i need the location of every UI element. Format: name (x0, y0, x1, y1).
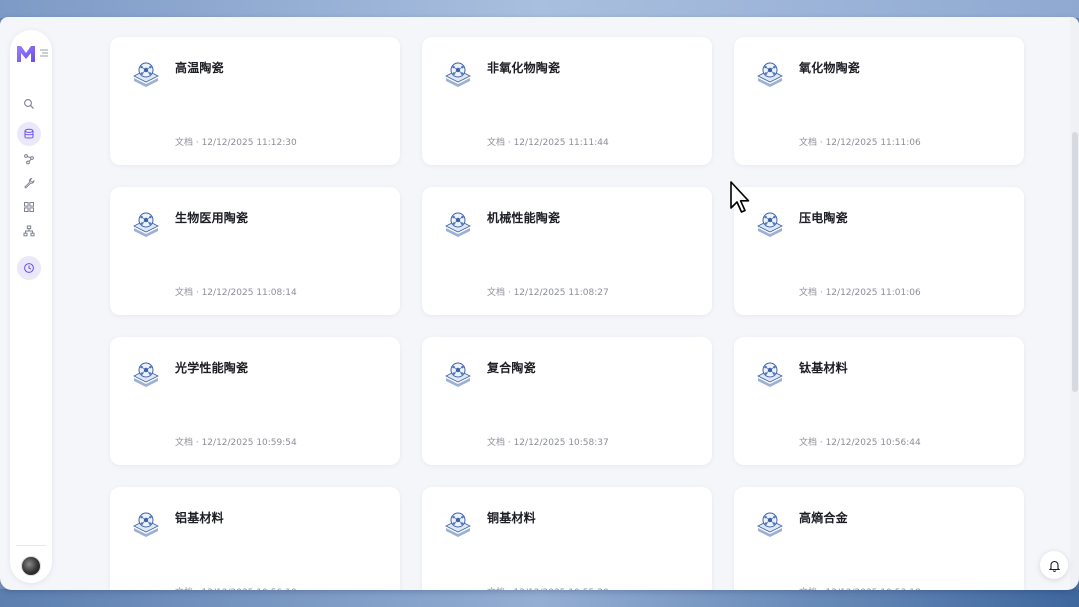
card-meta: 文档 · 12/12/2025 10:56:10 (175, 585, 297, 590)
knowledge-base-card[interactable]: 压电陶瓷文档 · 12/12/2025 11:01:06 (734, 187, 1024, 315)
card-meta: 文档 · 12/12/2025 10:56:44 (799, 438, 921, 448)
grid-apps-icon (24, 202, 34, 212)
knowledge-base-icon (757, 212, 783, 237)
nav-workflow[interactable] (17, 147, 41, 171)
knowledge-base-card[interactable]: 铜基材料文档 · 12/12/2025 10:55:20 (422, 487, 712, 590)
card-title: 生物医用陶瓷 (175, 211, 249, 225)
knowledge-base-icon (445, 62, 471, 87)
knowledge-base-icon (133, 362, 159, 387)
knowledge-base-card[interactable]: 高温陶瓷文档 · 12/12/2025 11:12:30 (110, 37, 400, 165)
card-title: 复合陶瓷 (487, 361, 536, 375)
knowledge-base-card[interactable]: 复合陶瓷文档 · 12/12/2025 10:58:37 (422, 337, 712, 465)
card-title: 铜基材料 (487, 511, 536, 525)
knowledge-base-icon (133, 512, 159, 537)
card-meta: 文档 · 12/12/2025 11:12:30 (175, 138, 297, 148)
desktop-background-bottom (0, 589, 1079, 607)
card-title: 铝基材料 (175, 511, 224, 525)
sidebar (10, 30, 52, 583)
knowledge-base-icon (757, 512, 783, 537)
nav-apps[interactable] (17, 195, 41, 219)
card-meta: 文档 · 12/12/2025 11:01:06 (799, 288, 921, 298)
nav-organization[interactable] (17, 219, 41, 243)
knowledge-base-icon (133, 212, 159, 237)
brand-m-logo-icon[interactable] (16, 44, 36, 64)
knowledge-base-card[interactable]: 生物医用陶瓷文档 · 12/12/2025 11:08:14 (110, 187, 400, 315)
sidebar-divider (16, 545, 46, 546)
wrench-icon (24, 177, 35, 189)
knowledge-base-card[interactable]: 铝基材料文档 · 12/12/2025 10:56:10 (110, 487, 400, 590)
knowledge-base-card[interactable]: 高熵合金文档 · 12/12/2025 10:53:18 (734, 487, 1024, 590)
knowledge-base-icon (757, 362, 783, 387)
card-meta: 文档 · 12/12/2025 11:08:27 (487, 288, 609, 298)
knowledge-base-icon (445, 212, 471, 237)
card-title: 压电陶瓷 (799, 211, 848, 225)
knowledge-base-icon (445, 512, 471, 537)
notification-button[interactable] (1040, 551, 1068, 579)
nav-history[interactable] (17, 256, 41, 280)
org-chart-icon (23, 225, 35, 237)
card-title: 非氧化物陶瓷 (487, 61, 561, 75)
card-meta: 文档 · 12/12/2025 10:55:20 (487, 585, 609, 590)
search-icon (24, 99, 34, 109)
knowledge-base-grid: 高温陶瓷文档 · 12/12/2025 11:12:30 非氧化物陶瓷文档 · … (0, 17, 1079, 590)
card-meta: 文档 · 12/12/2025 11:08:14 (175, 288, 297, 298)
nav-search[interactable] (17, 92, 41, 116)
knowledge-base-card[interactable]: 机械性能陶瓷文档 · 12/12/2025 11:08:27 (422, 187, 712, 315)
nav-tools[interactable] (17, 171, 41, 195)
nav-knowledge-base[interactable] (17, 122, 41, 146)
bell-icon (1048, 560, 1060, 572)
card-title: 氧化物陶瓷 (799, 61, 861, 75)
card-meta: 文档 · 12/12/2025 10:58:37 (487, 438, 609, 448)
card-title: 高温陶瓷 (175, 61, 224, 75)
card-meta: 文档 · 12/12/2025 11:11:06 (799, 138, 921, 148)
desktop-background-top (0, 0, 1079, 18)
card-title: 高熵合金 (799, 511, 848, 525)
knowledge-base-card[interactable]: 光学性能陶瓷文档 · 12/12/2025 10:59:54 (110, 337, 400, 465)
knowledge-base-icon (445, 362, 471, 387)
knowledge-base-icon (757, 62, 783, 87)
card-meta: 文档 · 12/12/2025 11:11:44 (487, 138, 609, 148)
card-meta: 文档 · 12/12/2025 10:59:54 (175, 438, 297, 448)
card-meta: 文档 · 12/12/2025 10:53:18 (799, 585, 921, 590)
menu-collapse-icon[interactable] (39, 48, 49, 58)
card-title: 钛基材料 (799, 361, 848, 375)
history-clock-icon (24, 263, 34, 273)
knowledge-base-card[interactable]: 非氧化物陶瓷文档 · 12/12/2025 11:11:44 (422, 37, 712, 165)
card-title: 光学性能陶瓷 (175, 361, 249, 375)
knowledge-base-card[interactable]: 钛基材料文档 · 12/12/2025 10:56:44 (734, 337, 1024, 465)
scrollbar-thumb[interactable] (1072, 132, 1078, 392)
knowledge-base-icon (133, 62, 159, 87)
card-title: 机械性能陶瓷 (487, 211, 561, 225)
knowledge-base-card[interactable]: 氧化物陶瓷文档 · 12/12/2025 11:11:06 (734, 37, 1024, 165)
app-window: 高温陶瓷文档 · 12/12/2025 11:12:30 非氧化物陶瓷文档 · … (0, 17, 1079, 590)
database-icon (24, 128, 34, 139)
user-avatar[interactable] (21, 556, 41, 576)
mouse-cursor-icon (730, 181, 750, 213)
workflow-icon (24, 154, 34, 165)
